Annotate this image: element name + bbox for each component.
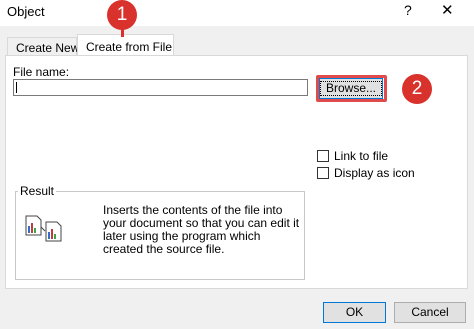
result-description: Inserts the contents of the file into yo… <box>103 203 300 256</box>
link-to-file-label[interactable]: Link to file <box>334 149 388 163</box>
help-icon[interactable]: ? <box>404 2 412 18</box>
close-icon[interactable]: ✕ <box>441 1 454 19</box>
cancel-button[interactable]: Cancel <box>394 302 466 323</box>
title-bar <box>0 0 474 26</box>
dialog-title: Object <box>7 4 45 19</box>
link-to-file-checkbox[interactable] <box>317 150 329 162</box>
text-caret <box>16 82 17 93</box>
display-as-icon-checkbox[interactable] <box>317 167 329 179</box>
step-badge-1: 1 <box>107 0 137 30</box>
tab-create-new[interactable]: Create New <box>7 37 79 56</box>
file-name-label: File name: <box>13 65 70 79</box>
ok-button[interactable]: OK <box>323 302 386 323</box>
embedded-document-icon <box>24 213 64 245</box>
display-as-icon-label[interactable]: Display as icon <box>334 166 415 180</box>
file-name-input[interactable] <box>13 79 308 96</box>
step-badge-2: 2 <box>402 74 432 104</box>
browse-highlight <box>316 75 387 102</box>
result-label: Result <box>18 184 57 198</box>
tab-create-from-file[interactable]: Create from File <box>77 34 174 57</box>
